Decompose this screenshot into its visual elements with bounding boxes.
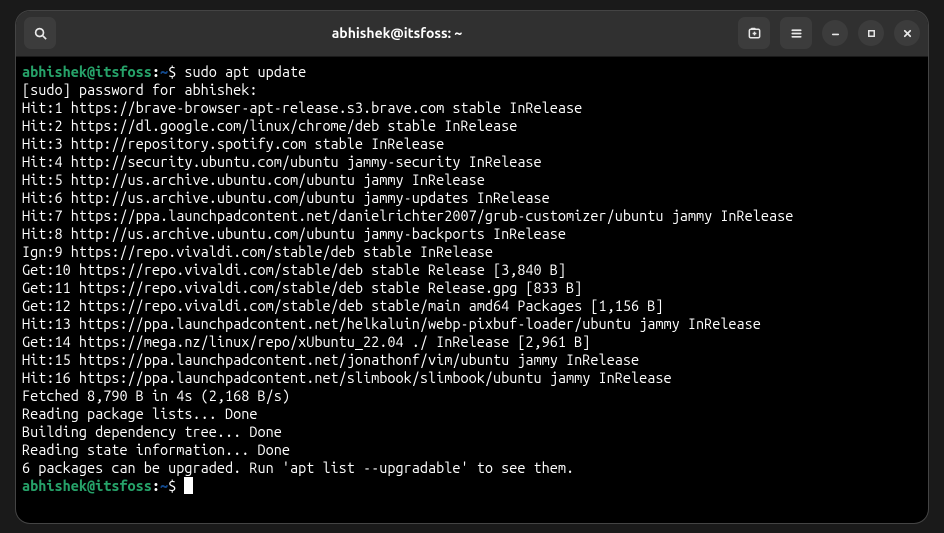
output-line: Ign:9 https://repo.vivaldi.com/stable/de…: [22, 243, 922, 261]
output-line: Building dependency tree... Done: [22, 423, 922, 441]
output-line: Hit:6 http://us.archive.ubuntu.com/ubunt…: [22, 189, 922, 207]
output-line: 6 packages can be upgraded. Run 'apt lis…: [22, 459, 922, 477]
output-line: Hit:2 https://dl.google.com/linux/chrome…: [22, 117, 922, 135]
output-line: Get:12 https://repo.vivaldi.com/stable/d…: [22, 297, 922, 315]
output-line: Fetched 8,790 B in 4s (2,168 B/s): [22, 387, 922, 405]
terminal-body[interactable]: abhishek@itsfoss:~$ sudo apt update[sudo…: [16, 57, 928, 523]
menu-button[interactable]: [780, 17, 812, 49]
new-tab-button[interactable]: [738, 17, 770, 49]
prompt-line-1: abhishek@itsfoss:~$ sudo apt update: [22, 63, 922, 81]
titlebar: abhishek@itsfoss: ~: [16, 11, 928, 57]
output-line: Hit:15 https://ppa.launchpadcontent.net/…: [22, 351, 922, 369]
output-line: Get:11 https://repo.vivaldi.com/stable/d…: [22, 279, 922, 297]
output-line: Hit:4 http://security.ubuntu.com/ubuntu …: [22, 153, 922, 171]
output-line: Hit:7 https://ppa.launchpadcontent.net/d…: [22, 207, 922, 225]
output-line: Hit:8 http://us.archive.ubuntu.com/ubunt…: [22, 225, 922, 243]
output-line: [sudo] password for abhishek:: [22, 81, 922, 99]
window-title: abhishek@itsfoss: ~: [64, 25, 730, 41]
close-button[interactable]: [894, 20, 920, 46]
cursor-icon: [184, 477, 193, 494]
output-line: Reading package lists... Done: [22, 405, 922, 423]
output-line: Hit:1 https://brave-browser-apt-release.…: [22, 99, 922, 117]
terminal-window: abhishek@itsfoss: ~: [16, 11, 928, 523]
output-line: Hit:3 http://repository.spotify.com stab…: [22, 135, 922, 153]
search-button[interactable]: [24, 17, 56, 49]
prompt-line-2: abhishek@itsfoss:~$: [22, 477, 922, 495]
output-line: Hit:5 http://us.archive.ubuntu.com/ubunt…: [22, 171, 922, 189]
prompt-path: ~: [160, 63, 168, 80]
output-line: Hit:16 https://ppa.launchpadcontent.net/…: [22, 369, 922, 387]
command-text: sudo apt update: [184, 63, 306, 80]
minimize-button[interactable]: [822, 20, 848, 46]
prompt-user-host: abhishek@itsfoss: [22, 63, 152, 80]
output-line: Hit:13 https://ppa.launchpadcontent.net/…: [22, 315, 922, 333]
output-line: Get:14 https://mega.nz/linux/repo/xUbunt…: [22, 333, 922, 351]
output-line: Reading state information... Done: [22, 441, 922, 459]
output-line: Get:10 https://repo.vivaldi.com/stable/d…: [22, 261, 922, 279]
maximize-button[interactable]: [858, 20, 884, 46]
